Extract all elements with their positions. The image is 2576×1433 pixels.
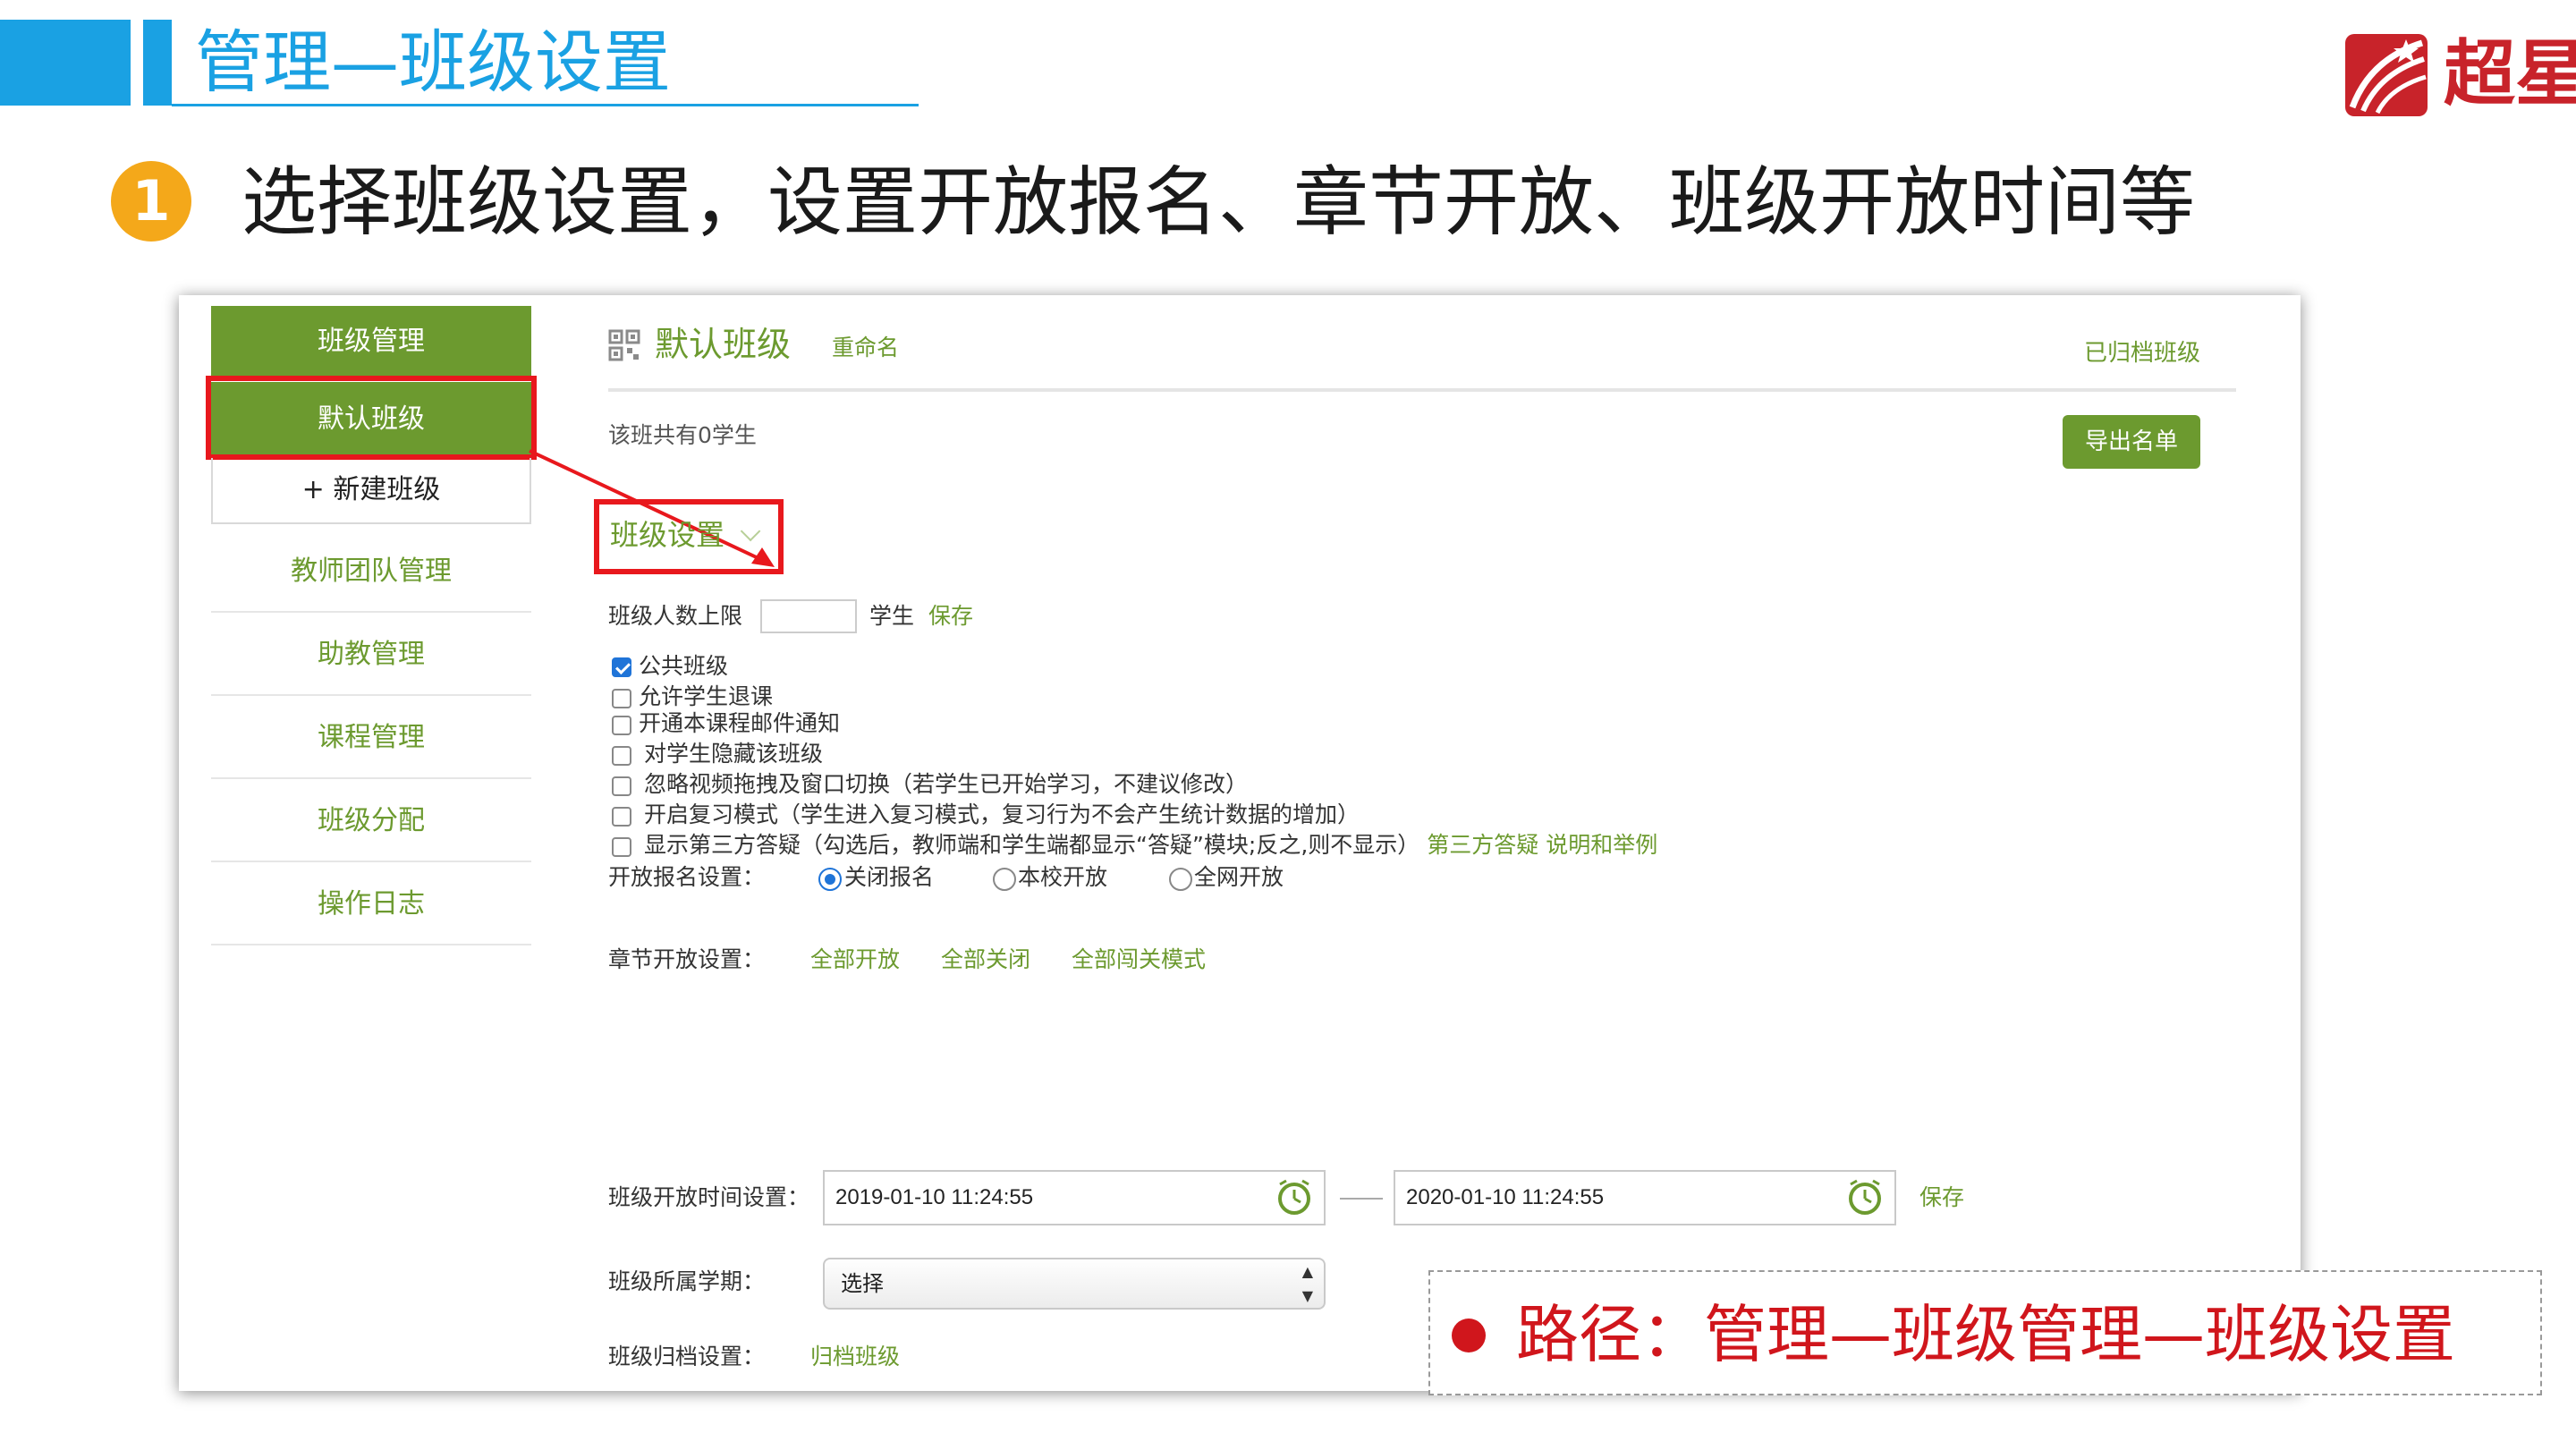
step-badge: 1: [111, 161, 191, 242]
archive-label: 班级归档设置：: [608, 1344, 766, 1369]
logo-text: 超星: [2444, 31, 2576, 115]
clock-icon[interactable]: [1845, 1177, 1885, 1217]
enroll-closed-radio[interactable]: [818, 868, 842, 891]
clock-icon[interactable]: [1275, 1177, 1314, 1217]
time-save-link[interactable]: 保存: [1919, 1183, 1964, 1213]
term-select[interactable]: 选择 ▲ ▼: [823, 1258, 1326, 1310]
logo-mark-icon: [2345, 34, 2428, 116]
public-class-label: 公共班级: [639, 653, 729, 679]
qr-code-icon: [608, 329, 640, 361]
third-party-qa-checkbox[interactable]: [612, 837, 631, 857]
review-mode-checkbox[interactable]: [612, 807, 631, 827]
brand-logo: 超星: [2343, 25, 2576, 119]
bullet-dot-icon: [1452, 1319, 1486, 1352]
end-time-input[interactable]: 2020-01-10 11:24:55: [1394, 1170, 1896, 1225]
sidebar-item-log[interactable]: 操作日志: [211, 862, 531, 945]
path-callout: 路径：管理—班级管理—班级设置: [1428, 1270, 2542, 1395]
all-challenge-link[interactable]: 全部闯关模式: [1072, 945, 1206, 975]
sidebar-header[interactable]: 班级管理: [211, 306, 531, 377]
public-class-checkbox[interactable]: [612, 657, 631, 677]
class-limit-input[interactable]: [760, 599, 857, 633]
header-rule: [172, 104, 919, 106]
chapter-label: 章节开放设置：: [608, 946, 766, 972]
limit-label: 班级人数上限: [608, 603, 743, 629]
limit-unit: 学生: [869, 603, 915, 629]
allow-drop-checkbox[interactable]: [612, 689, 631, 708]
slide-title: 管理—班级设置: [195, 22, 671, 102]
email-notify-checkbox[interactable]: [612, 716, 631, 735]
third-party-qa-label: 显示第三方答疑（勾选后，教师端和学生端都显示“答疑”模块;反之,则不显示） 第三…: [644, 830, 1657, 861]
ignore-video-drag-checkbox[interactable]: [612, 776, 631, 796]
email-notify-label: 开通本课程邮件通知: [639, 710, 841, 736]
enroll-public-label: 全网开放: [1194, 864, 1284, 890]
archive-class-link[interactable]: 归档班级: [810, 1342, 900, 1372]
archived-classes-link[interactable]: 已归档班级: [2084, 338, 2200, 369]
class-settings-label: 班级设置: [610, 518, 725, 552]
step-instruction: 选择班级设置，设置开放报名、章节开放、班级开放时间等: [242, 158, 2196, 246]
sidebar-item-course[interactable]: 课程管理: [211, 696, 531, 779]
term-select-value: 选择: [841, 1271, 884, 1296]
title-divider: [608, 388, 2236, 392]
enroll-school-radio[interactable]: [993, 868, 1016, 891]
review-mode-label: 开启复习模式（学生进入复习模式，复习行为不会产生统计数据的增加）: [644, 801, 1360, 827]
hide-class-checkbox[interactable]: [612, 746, 631, 766]
third-party-qa-link[interactable]: 第三方答疑: [1427, 832, 1538, 858]
explain-example-link[interactable]: 说明和举例: [1546, 832, 1657, 858]
sidebar-item-assistant[interactable]: 助教管理: [211, 613, 531, 696]
enroll-school-label: 本校开放: [1018, 864, 1108, 890]
highlight-box-default-class: [206, 376, 537, 460]
allow-drop-label: 允许学生退课: [639, 683, 774, 709]
ignore-video-drag-label: 忽略视频拖拽及窗口切换（若学生已开始学习，不建议修改）: [644, 771, 1249, 797]
header-bar: [0, 20, 131, 106]
enroll-closed-label: 关闭报名: [844, 864, 935, 890]
path-note: 路径：管理—班级管理—班级设置: [1516, 1298, 2455, 1371]
select-arrows-icon: ▲ ▼: [1301, 1263, 1313, 1304]
range-separator: [1340, 1198, 1383, 1200]
export-list-button[interactable]: 导出名单: [2063, 415, 2200, 469]
start-time-input[interactable]: 2019-01-10 11:24:55: [823, 1170, 1326, 1225]
limit-save-link[interactable]: 保存: [928, 601, 973, 632]
term-label: 班级所属学期：: [608, 1268, 766, 1294]
student-count: 该班共有0学生: [608, 422, 757, 448]
class-name-title: 默认班级: [655, 325, 792, 364]
hide-class-label: 对学生隐藏该班级: [644, 741, 824, 767]
open-all-link[interactable]: 全部开放: [810, 945, 900, 975]
class-settings-toggle[interactable]: 班级设置: [610, 515, 761, 555]
rename-link[interactable]: 重命名: [832, 333, 899, 363]
time-label: 班级开放时间设置：: [608, 1184, 810, 1210]
sidebar-item-teacher-team[interactable]: 教师团队管理: [211, 530, 531, 613]
new-class-button[interactable]: + 新建班级: [211, 458, 531, 524]
enroll-public-radio[interactable]: [1169, 868, 1192, 891]
third-party-qa-text: 显示第三方答疑（勾选后，教师端和学生端都显示“答疑”模块;反之,则不显示）: [644, 832, 1420, 858]
class-settings-panel: 班级管理 默认班级 + 新建班级 教师团队管理 助教管理 课程管理 班级分配 操…: [179, 295, 2301, 1391]
enroll-label: 开放报名设置：: [608, 864, 766, 890]
header-accent: [143, 20, 172, 106]
sidebar-item-class-assign[interactable]: 班级分配: [211, 779, 531, 862]
main-content: 默认班级 重命名 已归档班级 该班共有0学生 导出名单 班级设置 班级人数上限 …: [594, 295, 2263, 1391]
close-all-link[interactable]: 全部关闭: [941, 945, 1030, 975]
